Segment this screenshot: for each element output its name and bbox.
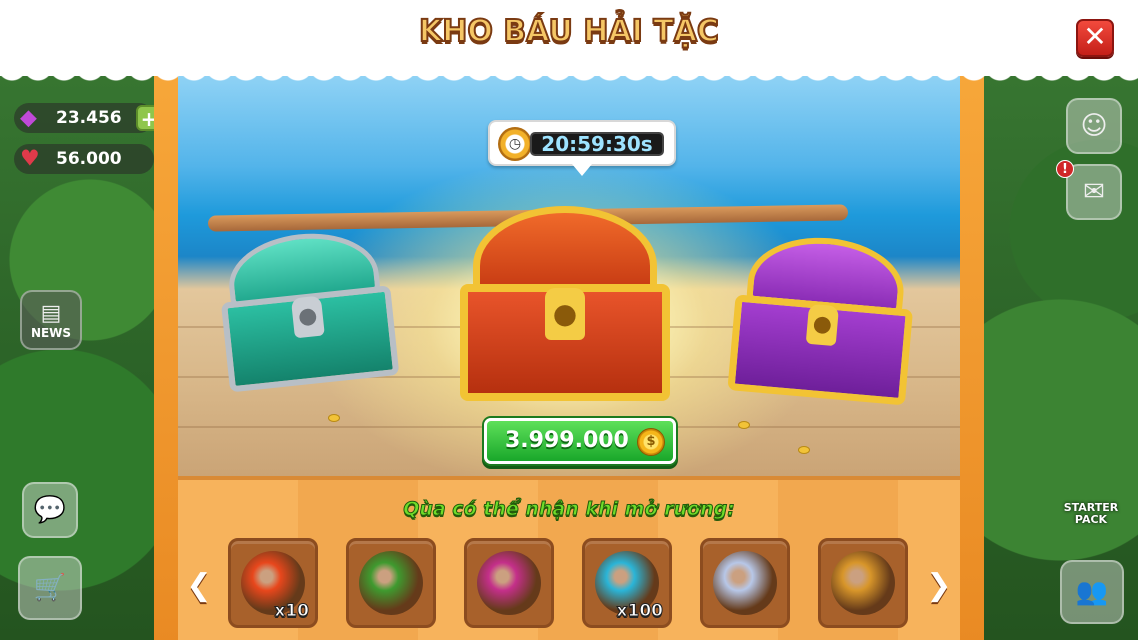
coin-decoration [738, 421, 750, 429]
news-button[interactable]: ▤ NEWS [20, 290, 82, 350]
red-chest[interactable]: ● [460, 206, 670, 401]
newspaper-icon: ▤ [40, 300, 62, 326]
header-bar: KHO BÁU HẢI TẶC ✕ [0, 0, 1138, 88]
timer-bar: 20:59:30s [530, 132, 664, 156]
lock-icon: ● [545, 287, 585, 340]
reward-count: x100 [616, 601, 663, 622]
gem-value: 23.456 [56, 108, 122, 128]
teal-chest[interactable]: ● [215, 226, 400, 393]
ship-deck-scene: ● ● ● ◷ 20:59:30s 3.999.000 $ [178, 76, 960, 486]
chest-timer: ◷ 20:59:30s [488, 120, 676, 176]
heart-icon: ♥ [20, 146, 40, 172]
chat-icon: 💬 [33, 495, 67, 525]
reward-orb-icon [477, 551, 541, 615]
reward-item[interactable] [464, 538, 554, 628]
reward-item[interactable] [700, 538, 790, 628]
starter-pack-label[interactable]: STARTER PACK [1058, 502, 1124, 526]
avatar-icon: ☺ [1080, 111, 1108, 141]
lock-icon: ● [290, 295, 325, 339]
heart-counter: ♥ 56.000 [14, 144, 154, 174]
rewards-panel: Qùa có thể nhận khi mở rương: ❮ ❯ x10 x1… [178, 476, 960, 640]
mail-button[interactable]: ✉ [1066, 164, 1122, 220]
prev-arrow-button[interactable]: ❮ [184, 568, 214, 604]
reward-count: x10 [274, 601, 310, 622]
purple-chest[interactable]: ● [727, 231, 918, 406]
heart-value: 56.000 [56, 149, 122, 169]
chat-button[interactable]: 💬 [22, 482, 78, 538]
reward-orb-icon [359, 551, 423, 615]
gem-icon: ◆ [20, 105, 37, 131]
friends-button[interactable]: 👥 [1060, 560, 1124, 624]
timer-text: 20:59:30s [541, 132, 653, 156]
stopwatch-icon: ◷ [498, 127, 532, 161]
lock-icon: ● [805, 303, 840, 347]
rewards-title: Qùa có thể nhận khi mở rương: [403, 498, 736, 521]
coin-decoration [798, 446, 810, 454]
buy-chest-button[interactable]: 3.999.000 $ [484, 418, 676, 464]
reward-item[interactable] [346, 538, 436, 628]
gem-counter: ◆ 23.456 + [14, 103, 162, 133]
shop-button[interactable]: 🛒 [18, 556, 82, 620]
page-title: KHO BÁU HẢI TẶC [418, 13, 720, 50]
price-text: 3.999.000 [505, 428, 629, 453]
cart-icon: 🛒 [33, 573, 67, 603]
close-button[interactable]: ✕ [1076, 19, 1114, 57]
profile-button[interactable]: ☺ [1066, 98, 1122, 154]
coin-icon: $ [637, 428, 665, 456]
reward-item[interactable] [818, 538, 908, 628]
envelope-icon: ✉ [1083, 177, 1105, 207]
treasure-frame: ● ● ● ◷ 20:59:30s 3.999.000 $ Qùa có thể… [154, 66, 984, 640]
reward-item[interactable]: x10 [228, 538, 318, 628]
reward-item[interactable]: x100 [582, 538, 672, 628]
reward-orb-icon [713, 551, 777, 615]
friends-icon: 👥 [1075, 577, 1109, 607]
chest-lid [472, 206, 658, 292]
news-label: NEWS [30, 325, 72, 340]
next-arrow-button[interactable]: ❯ [924, 568, 954, 604]
reward-orb-icon [831, 551, 895, 615]
coin-decoration [328, 414, 340, 422]
mail-alert-badge: ! [1056, 160, 1074, 178]
